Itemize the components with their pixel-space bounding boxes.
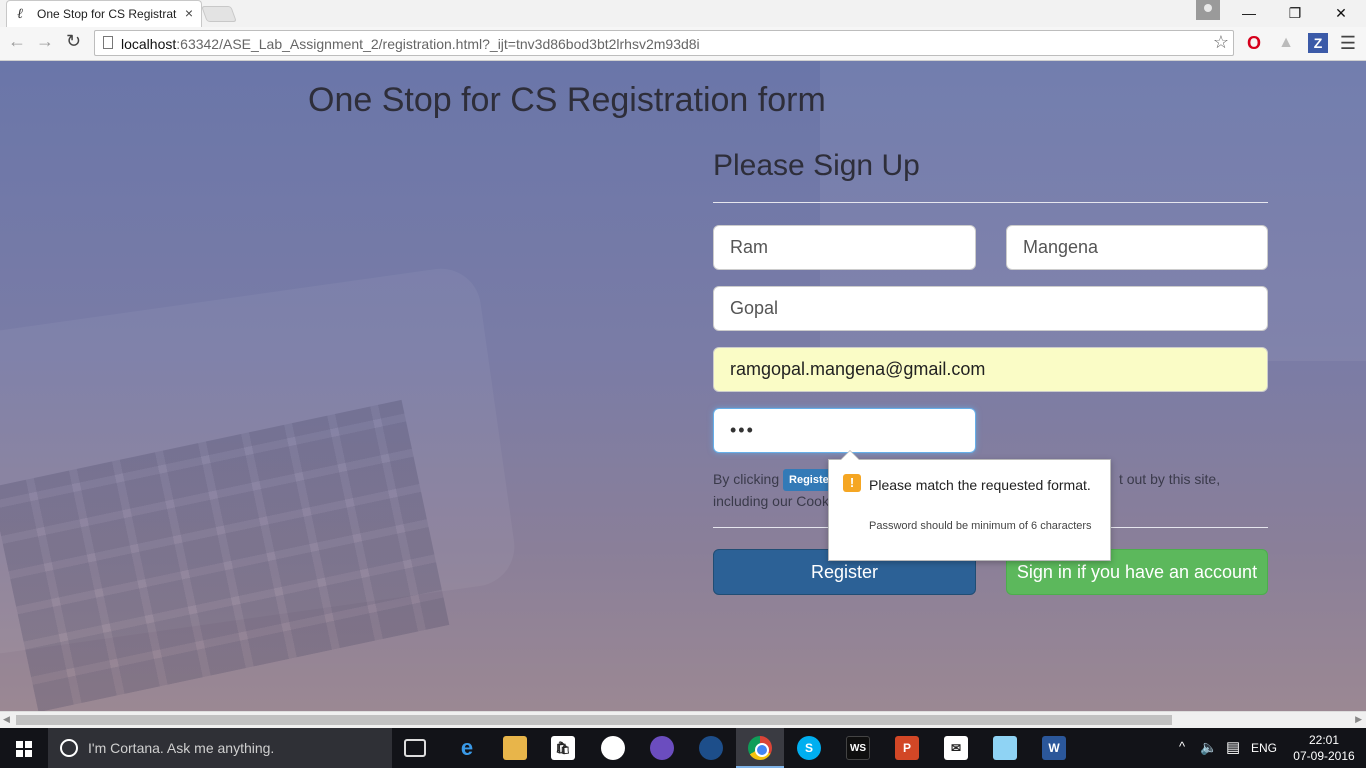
file-explorer-icon[interactable] bbox=[503, 736, 527, 760]
page-viewport: One Stop for CS Registration form Please… bbox=[0, 61, 1366, 711]
warning-icon: ! bbox=[843, 474, 861, 492]
first-name-input[interactable]: Ram bbox=[713, 225, 976, 270]
language-indicator[interactable]: ENG bbox=[1251, 741, 1277, 755]
taskbar: I'm Cortana. Ask me anything. e 🛍 S WS P… bbox=[0, 728, 1366, 768]
url-path: :63342/ASE_Lab_Assignment_2/registration… bbox=[176, 36, 700, 52]
tab-close-icon[interactable]: × bbox=[185, 5, 193, 21]
webstorm-icon[interactable]: WS bbox=[846, 736, 870, 760]
terms-prefix: By clicking bbox=[713, 471, 784, 487]
powerpoint-icon[interactable]: P bbox=[895, 736, 919, 760]
mail-icon[interactable]: ✉ bbox=[944, 736, 968, 760]
maximize-button[interactable]: ❐ bbox=[1272, 0, 1318, 26]
clock-date: 07-09-2016 bbox=[1293, 749, 1355, 763]
windows-start-icon[interactable] bbox=[16, 741, 32, 757]
action-center-icon[interactable]: ▤ bbox=[1226, 738, 1240, 756]
cortana-icon bbox=[60, 739, 78, 757]
skype-icon[interactable]: S bbox=[797, 736, 821, 760]
browser-tab[interactable]: ℓ One Stop for CS Registrat × bbox=[6, 0, 202, 27]
tab-favicon-icon: ℓ bbox=[17, 6, 23, 22]
close-window-button[interactable]: ✕ bbox=[1318, 0, 1364, 26]
user-profile-icon[interactable] bbox=[1196, 0, 1220, 20]
validation-message: Please match the requested format. bbox=[869, 477, 1091, 493]
page-title: One Stop for CS Registration form bbox=[308, 81, 826, 119]
last-name-input[interactable]: Mangena bbox=[1006, 225, 1268, 270]
password-input[interactable]: ••• bbox=[713, 408, 976, 453]
task-view-icon[interactable] bbox=[404, 739, 426, 757]
validation-detail: Password should be minimum of 6 characte… bbox=[869, 520, 1092, 532]
chrome-icon[interactable] bbox=[748, 736, 772, 760]
scrollbar-thumb[interactable] bbox=[16, 715, 1172, 725]
cortana-placeholder: I'm Cortana. Ask me anything. bbox=[88, 740, 275, 756]
clock-app-icon[interactable] bbox=[601, 736, 625, 760]
purple-app-icon[interactable] bbox=[650, 736, 674, 760]
url-host: localhost bbox=[121, 36, 177, 52]
snipping-tool-icon[interactable] bbox=[993, 736, 1017, 760]
email-input[interactable]: ramgopal.mangena@gmail.com bbox=[713, 347, 1268, 392]
star-icon[interactable]: ☆ bbox=[1213, 32, 1229, 53]
back-arrow-icon[interactable]: ← bbox=[8, 31, 26, 52]
clock-time: 22:01 bbox=[1308, 733, 1340, 747]
browser-toolbar: ← → ↻ localhost:63342/ASE_Lab_Assignment… bbox=[0, 27, 1366, 61]
taskbar-clock[interactable]: 22:01 07-09-2016 bbox=[1286, 732, 1362, 764]
cortana-search-box[interactable]: I'm Cortana. Ask me anything. bbox=[48, 728, 392, 768]
url-text[interactable]: localhost:63342/ASE_Lab_Assignment_2/reg… bbox=[121, 36, 700, 52]
address-bar[interactable]: localhost:63342/ASE_Lab_Assignment_2/reg… bbox=[94, 30, 1234, 56]
horizontal-scrollbar[interactable]: ◀ ▶ bbox=[0, 711, 1366, 728]
opera-icon[interactable]: O bbox=[1244, 33, 1264, 53]
terms-suffix: t out by this site, bbox=[1115, 471, 1221, 487]
page-icon bbox=[103, 36, 113, 49]
word-icon[interactable]: W bbox=[1042, 736, 1066, 760]
z-extension-icon[interactable]: Z bbox=[1308, 33, 1328, 53]
store-icon[interactable]: 🛍 bbox=[551, 736, 575, 760]
tray-chevron-icon[interactable]: ^ bbox=[1179, 739, 1185, 754]
minimize-button[interactable]: — bbox=[1226, 0, 1272, 26]
tab-title: One Stop for CS Registrat bbox=[37, 7, 177, 21]
form-heading: Please Sign Up bbox=[713, 149, 920, 182]
forward-arrow-icon[interactable]: → bbox=[36, 31, 54, 52]
drive-icon[interactable]: ▲ bbox=[1276, 33, 1296, 53]
volume-icon[interactable]: 🔈 bbox=[1200, 739, 1217, 756]
scroll-right-icon[interactable]: ▶ bbox=[1355, 714, 1362, 725]
validation-tooltip: ! Please match the requested format. Pas… bbox=[828, 450, 1111, 561]
edge-icon[interactable]: e bbox=[455, 736, 479, 760]
divider bbox=[713, 202, 1268, 203]
new-tab-button[interactable] bbox=[201, 6, 237, 22]
scroll-left-icon[interactable]: ◀ bbox=[3, 714, 10, 725]
terms-line2[interactable]: including our Cook bbox=[713, 493, 829, 509]
tree-app-icon[interactable] bbox=[699, 736, 723, 760]
reload-icon[interactable]: ↻ bbox=[66, 31, 81, 52]
menu-icon[interactable]: ☰ bbox=[1338, 33, 1358, 53]
browser-titlebar: ℓ One Stop for CS Registrat × — ❐ ✕ bbox=[0, 0, 1366, 27]
display-name-input[interactable]: Gopal bbox=[713, 286, 1268, 331]
